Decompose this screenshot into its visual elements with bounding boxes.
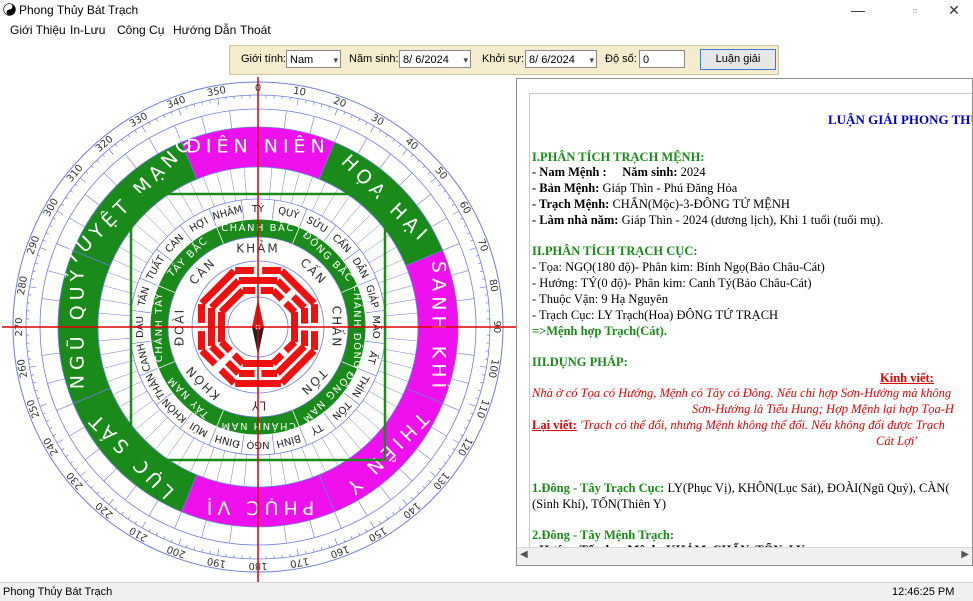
gender-label: Giới tính: bbox=[241, 53, 286, 65]
trigram-broken-line bbox=[301, 308, 308, 324]
report-line: - Bản Mệnh: Giáp Thìn - Phú Đăng Hỏa bbox=[532, 181, 737, 197]
status-app-name: Phong Thủy Bát Trạch bbox=[3, 586, 112, 598]
report-document: LUẬN GIẢI PHONG THỦY I.PHÂN TÍCH TRẠCH M… bbox=[529, 93, 973, 564]
quote-text: 'Trạch có thể đổi, nhưng Mệnh không thể … bbox=[580, 418, 945, 432]
report-line: - Hướng: TÝ(0 độ)- Phân kim: Canh Tý(Bảo… bbox=[532, 276, 812, 292]
trigram-broken-line bbox=[239, 370, 255, 377]
report-line: - Thuộc Vận: 9 Hạ Nguyên bbox=[532, 292, 668, 308]
trigram-broken-line bbox=[311, 304, 318, 323]
chevron-down-icon: ▾ bbox=[589, 51, 594, 69]
birth-date-picker[interactable]: 8/ 6/2024 ▾ bbox=[399, 50, 471, 68]
quote-line: Sơn-Hướng là Tiểu Hung; Hợp Mệnh lại hợp… bbox=[692, 402, 954, 418]
trigram-broken-line bbox=[198, 331, 205, 350]
scroll-right-icon[interactable]: ▶ bbox=[961, 549, 969, 560]
report-value: 2024 bbox=[681, 165, 706, 179]
quote-line: Nhà ở có Tọa có Hướng, Mệnh có Tây có Đô… bbox=[532, 386, 951, 402]
trigram-broken-line bbox=[235, 267, 254, 274]
horizontal-scrollbar[interactable]: ◀ ▶ bbox=[517, 547, 972, 565]
report-line: - Tọa: NGỌ(180 độ)- Phân kim: Bính Ngọ(B… bbox=[532, 260, 825, 276]
report-subheading: 2.Đông - Tây Mệnh Trạch: bbox=[532, 528, 674, 544]
menu-bar: Giới Thiệu In-Lưu Công Cụ Hướng Dẫn Thoá… bbox=[0, 20, 973, 40]
birth-date-value: 8/ 6/2024 bbox=[403, 54, 449, 66]
start-date-value: 8/ 6/2024 bbox=[529, 54, 575, 66]
report-key: Năm sinh: bbox=[622, 165, 677, 179]
report-line: (Sinh Khí), TỐN(Thiên Y) bbox=[532, 497, 666, 513]
menu-huong-dan[interactable]: Hướng Dẫn bbox=[173, 23, 236, 37]
report-line: - Trạch Cục: LY Trạch(Hoa) ĐÔNG TỨ TRẠCH bbox=[532, 308, 778, 324]
menu-gioi-thieu[interactable]: Giới Thiệu bbox=[10, 23, 66, 37]
lai-viet-label: Lại viết: bbox=[532, 418, 577, 432]
trigram-broken-line bbox=[261, 370, 277, 377]
chevron-down-icon: ▾ bbox=[463, 51, 468, 69]
degree-input[interactable]: 0 bbox=[639, 50, 685, 68]
report-line: 1.Đông - Tây Trạch Cục: LY(Phục Vị), KHÔ… bbox=[532, 481, 950, 497]
trigram-broken-line bbox=[301, 330, 308, 346]
report-title: LUẬN GIẢI PHONG THỦY bbox=[828, 112, 973, 128]
chevron-down-icon: ▾ bbox=[333, 51, 338, 69]
report-key: - Bản Mệnh: bbox=[532, 181, 599, 195]
report-value: Giáp Thìn - Phú Đăng Hỏa bbox=[603, 181, 738, 195]
report-key: - Làm nhà năm: bbox=[532, 213, 618, 227]
report-result: =>Mệnh hợp Trạch(Cát). bbox=[532, 324, 667, 340]
kinh-viet-label: Kinh viết: bbox=[880, 371, 934, 387]
menu-in-luu[interactable]: In-Lưu bbox=[70, 23, 105, 37]
trigram-broken-line bbox=[262, 267, 281, 274]
luopan-compass: 0102030405060708090100110120130140150160… bbox=[0, 75, 518, 585]
minimize-button[interactable]: — bbox=[835, 0, 881, 20]
start-date-label: Khởi sự: bbox=[482, 53, 524, 65]
analyze-button[interactable]: Luận giải bbox=[700, 49, 776, 70]
report-line: - Làm nhà năm: Giáp Thìn - 2024 (dương l… bbox=[532, 213, 883, 229]
report-value: CHẤN(Mộc)-3-ĐÔNG TỨ MỆNH bbox=[612, 197, 790, 211]
status-bar: Phong Thủy Bát Trạch 12:46:25 PM bbox=[0, 582, 973, 601]
status-time: 12:46:25 PM bbox=[892, 586, 954, 598]
menu-cong-cu[interactable]: Công Cụ bbox=[117, 23, 164, 37]
degree-label: Độ số: bbox=[605, 53, 637, 65]
report-key: - Nam Mệnh : bbox=[532, 165, 607, 179]
section-3-heading: III.DỤNG PHÁP: bbox=[532, 355, 628, 371]
report-line: - Trạch Mệnh: CHẤN(Mộc)-3-ĐÔNG TỨ MỆNH bbox=[532, 197, 790, 213]
gender-value: Nam bbox=[290, 54, 313, 66]
report-key: 1.Đông - Tây Trạch Cục: bbox=[532, 481, 664, 495]
window-title: Phong Thủy Bát Trạch bbox=[19, 3, 138, 17]
trigram-broken-line bbox=[311, 331, 318, 350]
close-button[interactable]: ✕ bbox=[931, 0, 973, 20]
degree-label: 80 bbox=[486, 278, 499, 292]
gender-select[interactable]: Nam ▾ bbox=[286, 50, 341, 68]
analysis-report-panel[interactable]: LUẬN GIẢI PHONG THỦY I.PHÂN TÍCH TRẠCH M… bbox=[516, 78, 973, 566]
report-line: - Nam Mệnh : Năm sinh: 2024 bbox=[532, 165, 706, 181]
report-value: Giáp Thìn - 2024 (dương lịch), Khi 1 tuổ… bbox=[622, 213, 884, 227]
start-date-picker[interactable]: 8/ 6/2024 ▾ bbox=[525, 50, 597, 68]
report-key: - Trạch Mệnh: bbox=[532, 197, 609, 211]
input-toolbar: Giới tính: Nam ▾ Năm sinh: 8/ 6/2024 ▾ K… bbox=[229, 45, 779, 75]
section-1-heading: I.PHÂN TÍCH TRẠCH MỆNH: bbox=[532, 150, 704, 166]
section-2-heading: II.PHÂN TÍCH TRẠCH CỤC: bbox=[532, 244, 698, 260]
degree-label: 10 bbox=[292, 86, 306, 99]
quote-line: Cát Lợi' bbox=[876, 434, 917, 450]
scroll-left-icon[interactable]: ◀ bbox=[520, 549, 528, 560]
quote-line: Lại viết: 'Trạch có thể đổi, nhưng Mệnh … bbox=[532, 418, 945, 434]
birth-year-label: Năm sinh: bbox=[349, 53, 399, 65]
menu-thoat[interactable]: Thoát bbox=[240, 23, 271, 37]
report-value: LY(Phục Vị), KHÔN(Lục Sát), ĐOÀI(Ngũ Quỷ… bbox=[667, 481, 949, 495]
title-bar: Phong Thủy Bát Trạch — ▫ ✕ bbox=[0, 0, 973, 20]
trigram-broken-line bbox=[198, 304, 205, 323]
yin-yang-icon bbox=[3, 3, 16, 16]
